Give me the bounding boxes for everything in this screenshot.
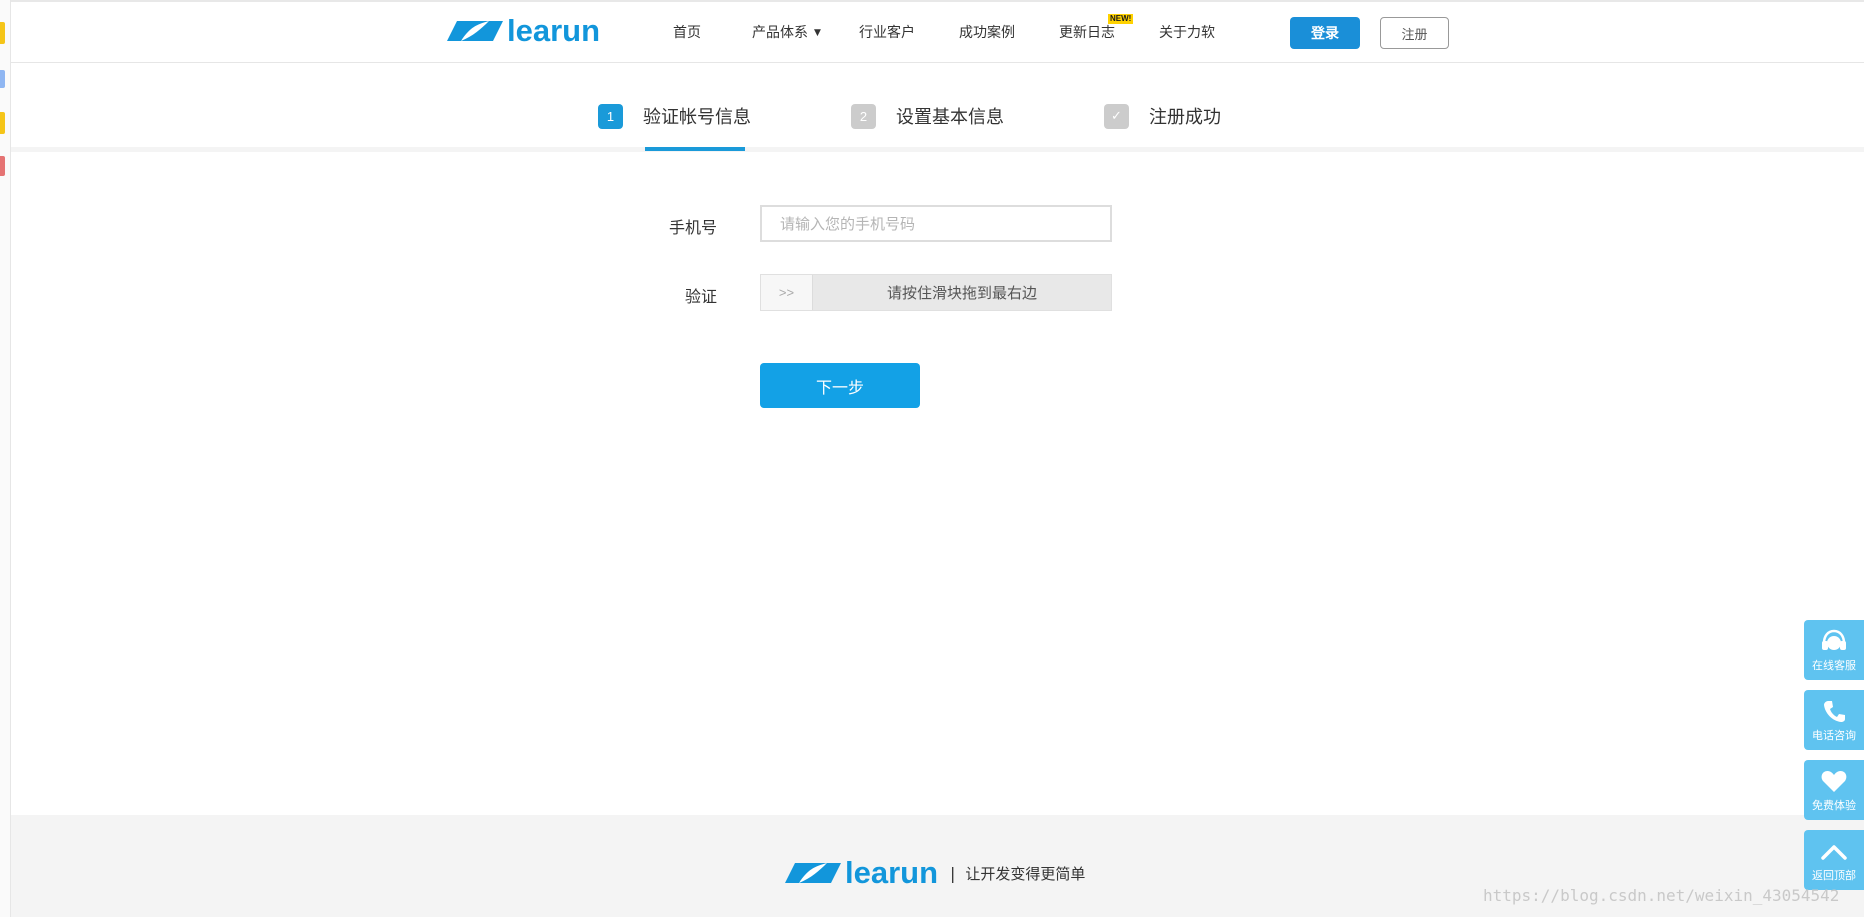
registration-steps: 1 验证帐号信息 2 设置基本信息 ✓ 注册成功 — [11, 63, 1864, 152]
phone-input[interactable] — [760, 205, 1112, 242]
step-number: 2 — [851, 103, 876, 129]
nav-changelog[interactable]: 更新日志 — [1059, 22, 1115, 42]
watermark: https://blog.csdn.net/weixin_43054542 — [1483, 886, 1840, 905]
nav-home[interactable]: 首页 — [673, 22, 701, 42]
nav-products[interactable]: 产品体系 ▼ — [752, 22, 821, 42]
slider-handle[interactable]: >> — [761, 275, 813, 310]
logo-text: learun — [507, 13, 601, 48]
headset-icon — [1822, 629, 1846, 650]
step-label: 注册成功 — [1149, 107, 1221, 128]
free-trial-button[interactable]: 免费体验 — [1804, 760, 1864, 820]
new-badge: NEW! — [1108, 14, 1134, 24]
side-label: 电话咨询 — [1812, 729, 1856, 742]
nav-products-label: 产品体系 — [752, 25, 808, 41]
register-button[interactable]: 注册 — [1380, 17, 1449, 49]
step-label: 验证帐号信息 — [643, 107, 751, 128]
step-label: 设置基本信息 — [896, 107, 1004, 128]
heart-icon — [1821, 771, 1847, 792]
active-step-indicator — [645, 147, 745, 151]
login-button[interactable]: 登录 — [1290, 17, 1360, 49]
step-verify-account: 1 验证帐号信息 — [598, 103, 751, 129]
next-step-button[interactable]: 下一步 — [760, 363, 920, 408]
side-label: 在线客服 — [1812, 659, 1856, 672]
side-label: 返回顶部 — [1812, 869, 1856, 882]
back-to-top-button[interactable]: 返回顶部 — [1804, 830, 1864, 890]
gutter-marker — [0, 70, 5, 88]
gutter-marker — [0, 156, 5, 176]
check-icon: ✓ — [1104, 103, 1129, 129]
left-gutter — [0, 0, 11, 917]
step-basic-info: 2 设置基本信息 — [851, 103, 1004, 129]
phone-consult-button[interactable]: 电话咨询 — [1804, 690, 1864, 750]
slider-hint: 请按住滑块拖到最右边 — [886, 284, 1037, 302]
slide-verify: >> 请按住滑块拖到最右边 — [760, 274, 1112, 311]
footer-logo-text: learun — [845, 855, 939, 890]
gutter-marker — [0, 22, 5, 44]
logo-mark-icon — [447, 21, 503, 41]
site-logo[interactable]: learun — [447, 13, 601, 48]
verify-label: 验证 — [685, 287, 718, 306]
side-label: 免费体验 — [1812, 799, 1856, 812]
footer-separator: | — [950, 863, 956, 883]
phone-icon — [1824, 701, 1845, 722]
nav-success-cases[interactable]: 成功案例 — [959, 22, 1015, 42]
gutter-marker — [0, 112, 5, 134]
footer-logo: learun | 让开发变得更简单 — [785, 855, 1086, 890]
caret-down-icon: ▼ — [814, 28, 821, 38]
site-header: learun 首页 产品体系 ▼ 行业客户 成功案例 更新日志 NEW! 关于力软… — [11, 2, 1864, 63]
nav-about[interactable]: 关于力软 — [1159, 22, 1215, 42]
step-number: 1 — [598, 103, 623, 129]
footer-slogan: 让开发变得更简单 — [965, 864, 1086, 883]
chevron-up-icon — [1821, 845, 1847, 860]
online-service-button[interactable]: 在线客服 — [1804, 620, 1864, 680]
nav-industry-clients[interactable]: 行业客户 — [859, 22, 915, 42]
phone-label: 手机号 — [669, 218, 718, 237]
logo-mark-icon — [785, 863, 841, 883]
step-success: ✓ 注册成功 — [1104, 103, 1221, 129]
